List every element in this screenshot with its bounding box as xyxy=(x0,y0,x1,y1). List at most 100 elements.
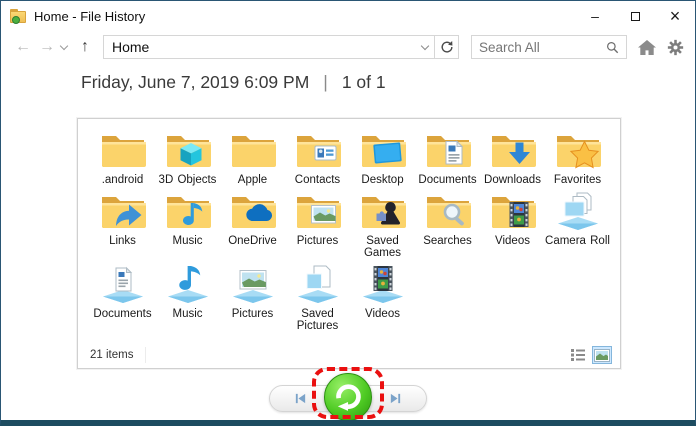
folder-icon xyxy=(90,129,155,171)
toolbar: ← → ↑ Home xyxy=(1,31,695,63)
history-position: 1 of 1 xyxy=(341,72,386,92)
large-icons-view-icon xyxy=(594,348,610,362)
status-divider xyxy=(145,347,147,363)
search-box[interactable] xyxy=(471,35,627,59)
folder-item-label: Music xyxy=(172,234,203,247)
folder-item[interactable]: Downloads xyxy=(480,129,545,187)
recent-locations-chevron-icon[interactable] xyxy=(59,41,69,50)
folder-item-label: Saved Games xyxy=(363,234,402,260)
forward-button[interactable]: → xyxy=(35,38,59,56)
close-button[interactable]: × xyxy=(655,1,695,31)
minimize-button[interactable]: – xyxy=(575,1,615,31)
maximize-button[interactable] xyxy=(615,1,655,31)
search-input[interactable] xyxy=(479,39,606,55)
file-list-panel: .android 3D Objects Apple Contacts Desktop Do… xyxy=(77,118,621,369)
folder-item[interactable]: .android xyxy=(90,129,155,187)
folder-item[interactable]: Saved Pictures xyxy=(285,263,350,333)
library-picture-icon xyxy=(220,263,285,305)
folder-item[interactable]: Pictures xyxy=(220,263,285,333)
library-camera-icon xyxy=(545,190,610,232)
address-text: Home xyxy=(112,39,150,55)
options-button[interactable] xyxy=(667,39,684,56)
folder-download-icon xyxy=(480,129,545,171)
folder-item[interactable]: Searches xyxy=(415,190,480,260)
folder-item[interactable]: Favorites xyxy=(545,129,610,187)
folder-picture-icon xyxy=(285,190,350,232)
folder-item-label: Saved Pictures xyxy=(296,307,339,333)
home-icon xyxy=(638,39,656,55)
restore-button[interactable] xyxy=(324,373,372,420)
folder-music-icon xyxy=(155,190,220,232)
search-icon[interactable] xyxy=(606,41,619,54)
title-bar: Home - File History – × xyxy=(1,1,695,31)
file-history-app-icon xyxy=(10,9,27,24)
item-count: 21 items xyxy=(90,349,134,361)
folder-item[interactable]: Music xyxy=(155,190,220,260)
folder-item-label: Desktop xyxy=(361,174,404,186)
restore-arrow-icon xyxy=(335,383,361,411)
folder-contacts-icon xyxy=(285,129,350,171)
folder-link-icon xyxy=(90,190,155,232)
folder-item[interactable]: Contacts xyxy=(285,129,350,187)
up-button[interactable]: ↑ xyxy=(73,38,97,56)
address-bar[interactable]: Home xyxy=(103,35,435,59)
refresh-icon xyxy=(441,41,453,53)
folder-item[interactable]: Apple xyxy=(220,129,285,187)
date-separator: | xyxy=(323,72,328,92)
gear-icon xyxy=(667,39,684,55)
next-version-icon xyxy=(390,393,401,404)
previous-version-icon xyxy=(295,393,306,404)
folder-item[interactable]: 3D Objects xyxy=(155,129,220,187)
folder-star-icon xyxy=(545,129,610,171)
folder-item[interactable]: Saved Games xyxy=(350,190,415,260)
folder-item-label: Pictures xyxy=(296,234,339,247)
folder-item[interactable]: Camera Roll xyxy=(545,190,610,260)
folder-icon xyxy=(220,129,285,171)
folder-item-label: Downloads xyxy=(484,174,541,186)
maximize-icon xyxy=(630,11,640,21)
history-date: Friday, June 7, 2019 6:09 PM xyxy=(81,72,310,92)
folder-item[interactable]: Pictures xyxy=(285,190,350,260)
folder-item-label: Music xyxy=(172,307,203,320)
library-music-icon xyxy=(155,263,220,305)
file-history-window: Home - File History – × ← → ↑ Home Searc… xyxy=(0,0,696,426)
address-dropdown-chevron-icon[interactable] xyxy=(420,41,430,50)
folder-item[interactable]: Videos xyxy=(350,263,415,333)
folder-document-icon xyxy=(415,129,480,171)
folder-item[interactable]: Music xyxy=(155,263,220,333)
folder-item-label: Documents xyxy=(418,174,477,186)
folder-item[interactable]: Documents xyxy=(415,129,480,187)
folder-item-label: Documents xyxy=(93,307,152,320)
refresh-button[interactable] xyxy=(435,35,459,59)
library-saved-pictures-icon xyxy=(285,263,350,305)
folder-item-label: Links xyxy=(109,234,136,247)
folder-item[interactable]: OneDrive xyxy=(220,190,285,260)
status-bar: 21 items xyxy=(78,342,620,368)
home-button[interactable] xyxy=(638,39,656,55)
window-title: Home - File History xyxy=(34,8,146,24)
folder-item[interactable]: Videos xyxy=(480,190,545,260)
folder-item-label: Apple xyxy=(237,174,268,186)
previous-version-button[interactable] xyxy=(294,392,307,405)
library-film-icon xyxy=(350,263,415,305)
folder-cube-icon xyxy=(155,129,220,171)
folder-item[interactable]: Documents xyxy=(90,263,155,333)
folder-pawn-icon xyxy=(350,190,415,232)
folder-item-label: Searches xyxy=(423,234,472,247)
folder-item[interactable]: Desktop xyxy=(350,129,415,187)
next-version-button[interactable] xyxy=(389,392,402,405)
folder-grid: .android 3D Objects Apple Contacts Desktop Do… xyxy=(78,119,610,336)
history-date-header: Friday, June 7, 2019 6:09 PM | 1 of 1 xyxy=(81,72,386,93)
folder-item-label: .android xyxy=(101,174,144,186)
folder-item-label: Pictures xyxy=(231,307,274,320)
folder-item-label: Camera Roll xyxy=(545,234,610,247)
folder-onedrive-icon xyxy=(220,190,285,232)
back-button[interactable]: ← xyxy=(11,38,35,56)
folder-item-label: OneDrive xyxy=(228,234,277,247)
details-view-button[interactable] xyxy=(568,346,588,364)
folder-item-label: 3D Objects xyxy=(158,174,217,186)
large-icons-view-button[interactable] xyxy=(592,346,612,364)
details-view-icon xyxy=(571,349,585,361)
folder-search-icon xyxy=(415,190,480,232)
folder-item[interactable]: Links xyxy=(90,190,155,260)
